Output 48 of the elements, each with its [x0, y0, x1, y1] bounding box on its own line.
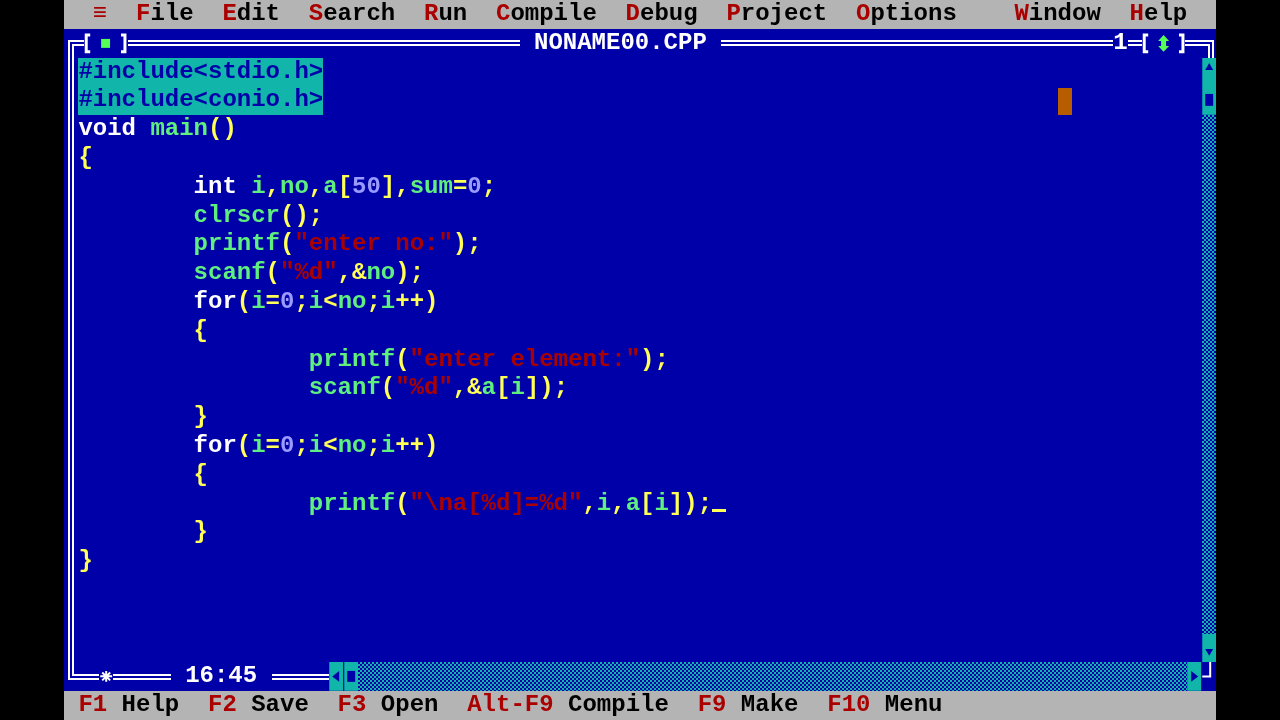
menu-item[interactable]: Options [841, 0, 972, 29]
window-number: 1 [1113, 28, 1128, 58]
scroll-thumb[interactable] [1201, 86, 1216, 116]
code-line: scanf("%d",&a[i]); [308, 374, 569, 404]
code-line: printf("\na[%d]=%d",i,a[i]); [308, 489, 713, 519]
code-line: int i,no,a[50],sum=0; [193, 172, 497, 202]
code-line: } [78, 547, 93, 576]
shortcut-button[interactable]: F1 Help [64, 691, 194, 720]
shortcut-button[interactable]: F9 Make [683, 691, 813, 720]
frame-line [1185, 40, 1200, 47]
shortcut-button[interactable]: F10 Menu [812, 691, 957, 720]
menu-item[interactable]: Edit [208, 0, 295, 29]
code-line: void main() [78, 115, 237, 144]
code-line: scanf("%d",&no); [193, 259, 425, 288]
code-line: } [193, 403, 208, 432]
mouse-cursor [1057, 87, 1072, 115]
code-line: } [193, 518, 208, 548]
shortcut-button[interactable]: Alt-F9 Compile [452, 691, 684, 720]
menu-item[interactable]: Run [409, 0, 482, 29]
menu-item[interactable]: Project [712, 0, 842, 29]
frame-corner [68, 662, 85, 680]
code-line: { [78, 144, 93, 173]
menu-item[interactable]: ≡ [78, 0, 122, 29]
code-line: { [193, 316, 208, 346]
menu-item[interactable]: File [121, 0, 208, 29]
cursor-position: 16:45 [185, 662, 258, 692]
menu-item[interactable]: Compile [481, 0, 612, 29]
frame-line [113, 673, 171, 680]
window-title: NONAME00.CPP [533, 28, 708, 58]
shortcut-button[interactable]: F3 Open [323, 691, 453, 720]
code-line: { [193, 460, 208, 490]
scroll-right-button[interactable] [1187, 662, 1202, 692]
menu-item[interactable]: Search [294, 0, 410, 29]
frame-line [1127, 40, 1143, 47]
code-line: printf("enter no:"); [193, 230, 482, 260]
menu-item[interactable]: Help [1115, 0, 1202, 29]
code-line: printf("enter element:"); [308, 345, 669, 375]
code-line: for(i=0;i<no;i++) [193, 287, 439, 317]
frame-line [84, 673, 99, 680]
shortcut-button[interactable]: F2 Save [193, 691, 324, 720]
menu-item[interactable]: Window [1000, 0, 1116, 29]
scroll-thumb[interactable] [343, 662, 358, 692]
scroll-up-button[interactable] [1201, 57, 1216, 87]
code-line: for(i=0;i<no;i++) [193, 431, 439, 461]
menu-item[interactable]: Debug [611, 0, 712, 29]
scroll-down-button[interactable] [1201, 633, 1216, 663]
code-line: clrscr(); [193, 201, 324, 231]
scroll-left-button[interactable] [329, 662, 344, 692]
